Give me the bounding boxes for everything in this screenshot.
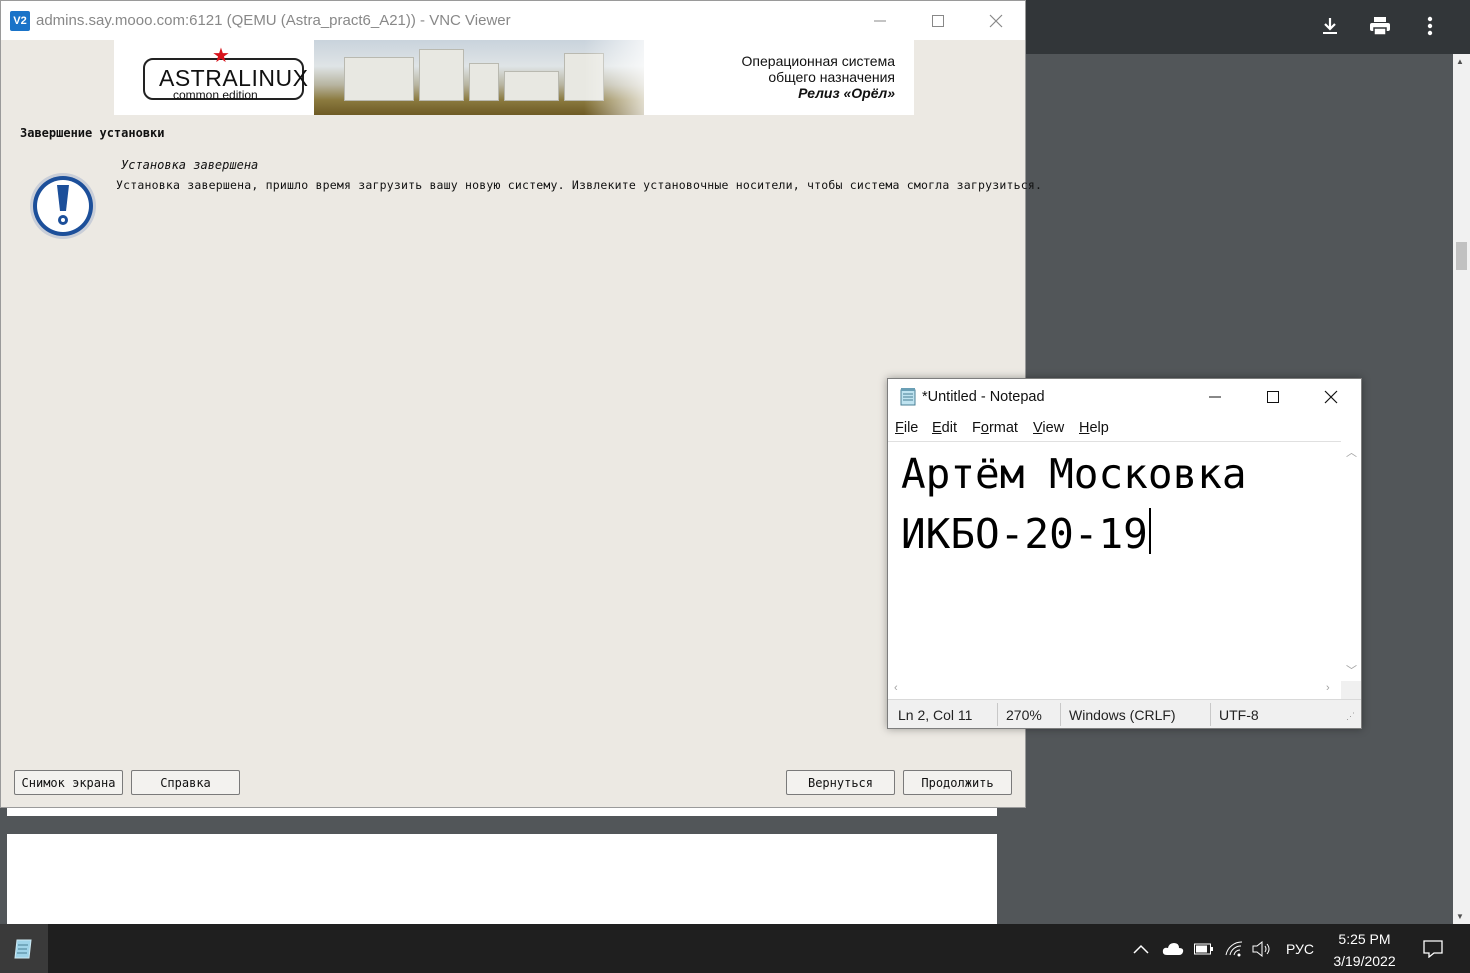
volume-icon[interactable] xyxy=(1250,924,1274,973)
vnc-viewer-window: V2 admins.say.mooo.com:6121 (QEMU (Astra… xyxy=(0,0,1042,808)
notepad-titlebar[interactable]: *Untitled - Notepad xyxy=(888,379,1361,415)
cloud-icon[interactable] xyxy=(1159,924,1187,973)
continue-button[interactable]: Продолжить xyxy=(903,770,1012,795)
scroll-left-icon[interactable]: ‹ xyxy=(894,682,898,694)
notepad-menubar: File Edit Format View Help xyxy=(888,415,1361,441)
more-vertical-icon[interactable] xyxy=(1412,8,1448,44)
vnc-titlebar[interactable]: V2 admins.say.mooo.com:6121 (QEMU (Astra… xyxy=(1,1,1025,40)
close-icon xyxy=(1324,390,1338,404)
notepad-title: *Untitled - Notepad xyxy=(922,389,1045,405)
message-body: Установка завершена, пришло время загруз… xyxy=(116,178,1043,192)
scroll-down-icon[interactable]: ﹀ xyxy=(1346,662,1357,678)
astra-banner: ASTRALINUX common edition ★ Операционная… xyxy=(114,40,914,115)
notepad-statusbar: Ln 2, Col 11 270% Windows (CRLF) UTF-8 ⋰ xyxy=(888,699,1361,728)
menu-file[interactable]: File xyxy=(895,420,918,436)
pdf-page xyxy=(7,808,997,816)
chevron-up-icon[interactable] xyxy=(1130,924,1152,973)
step-title: Завершение установки xyxy=(20,126,165,140)
notepad-minimize-button[interactable] xyxy=(1186,379,1244,415)
maximize-icon xyxy=(932,14,944,27)
line-ending: Windows (CRLF) xyxy=(1069,707,1176,723)
info-exclamation-icon xyxy=(28,171,98,241)
text-line-with-caret: ИКБО-20-19 xyxy=(901,508,1151,556)
vnc-window-title: admins.say.mooo.com:6121 (QEMU (Astra_pr… xyxy=(36,12,511,29)
release-name: Релиз «Орёл» xyxy=(798,85,895,101)
brand-edition: common edition xyxy=(173,88,258,102)
notepad-icon xyxy=(14,939,32,958)
screenshot-button[interactable]: Снимок экрана xyxy=(14,770,123,795)
close-button[interactable] xyxy=(967,1,1025,40)
minimize-icon xyxy=(874,20,886,21)
minimize-button[interactable] xyxy=(851,1,909,40)
menu-edit[interactable]: Edit xyxy=(932,420,957,436)
notepad-text-area[interactable]: Артём Московка ИКБО-20-19 xyxy=(888,441,1341,681)
taskbar: РУС 5:25 PM 3/19/2022 xyxy=(0,924,1470,973)
notepad-icon xyxy=(899,388,917,406)
pdf-page xyxy=(7,834,997,924)
battery-icon[interactable] xyxy=(1192,924,1216,973)
banner-text: Операционная система общего назначения Р… xyxy=(742,53,895,101)
menu-format[interactable]: Format xyxy=(972,420,1018,436)
scroll-right-icon[interactable]: › xyxy=(1326,682,1330,694)
print-icon[interactable] xyxy=(1362,8,1398,44)
download-icon[interactable] xyxy=(1312,8,1348,44)
notepad-horizontal-scrollbar[interactable]: ‹ › xyxy=(888,681,1341,699)
menu-help[interactable]: Help xyxy=(1079,420,1109,436)
maximize-icon xyxy=(1267,391,1279,403)
encoding: UTF-8 xyxy=(1219,707,1259,723)
text-line: Артём Московка xyxy=(901,450,1247,498)
scroll-up-icon[interactable]: ︿ xyxy=(1346,444,1357,460)
language-indicator[interactable]: РУС xyxy=(1280,924,1320,973)
minimize-icon xyxy=(1209,396,1221,398)
clock-time: 5:25 PM xyxy=(1338,931,1391,947)
notepad-vertical-scrollbar[interactable]: ︿ ﹀ xyxy=(1341,441,1361,681)
menu-view[interactable]: View xyxy=(1033,420,1064,436)
close-icon xyxy=(989,14,1003,27)
notepad-close-button[interactable] xyxy=(1302,379,1360,415)
maximize-button[interactable] xyxy=(909,1,967,40)
star-icon: ★ xyxy=(212,45,230,67)
resize-grip-icon[interactable]: ⋰ xyxy=(1346,711,1355,722)
scroll-corner xyxy=(1341,681,1361,699)
text-caret xyxy=(1148,508,1151,554)
text-line: ИКБО-20-19 xyxy=(901,510,1148,558)
notepad-maximize-button[interactable] xyxy=(1244,379,1302,415)
notepad-taskbar-button[interactable] xyxy=(0,924,48,973)
pdf-scrollbar[interactable]: ▲ ▼ xyxy=(1453,54,1470,924)
help-button[interactable]: Справка xyxy=(131,770,240,795)
os-line1: Операционная система xyxy=(741,53,895,69)
clock-date: 3/19/2022 xyxy=(1333,953,1396,969)
language-label: РУС xyxy=(1285,940,1315,957)
vnc-logo-icon: V2 xyxy=(10,11,30,31)
back-button[interactable]: Вернуться xyxy=(786,770,895,795)
message-heading: Установка завершена xyxy=(121,158,259,172)
cursor-position: Ln 2, Col 11 xyxy=(898,707,973,723)
notification-icon[interactable] xyxy=(1418,924,1448,973)
notepad-window: *Untitled - Notepad File Edit Format Vie… xyxy=(887,378,1362,729)
clock[interactable]: 5:25 PM 3/19/2022 xyxy=(1322,928,1407,972)
os-line2: общего назначения xyxy=(768,69,895,85)
zoom-level: 270% xyxy=(1006,707,1042,723)
wifi-icon[interactable] xyxy=(1222,924,1246,973)
pdf-scrollbar-thumb[interactable] xyxy=(1456,242,1467,270)
